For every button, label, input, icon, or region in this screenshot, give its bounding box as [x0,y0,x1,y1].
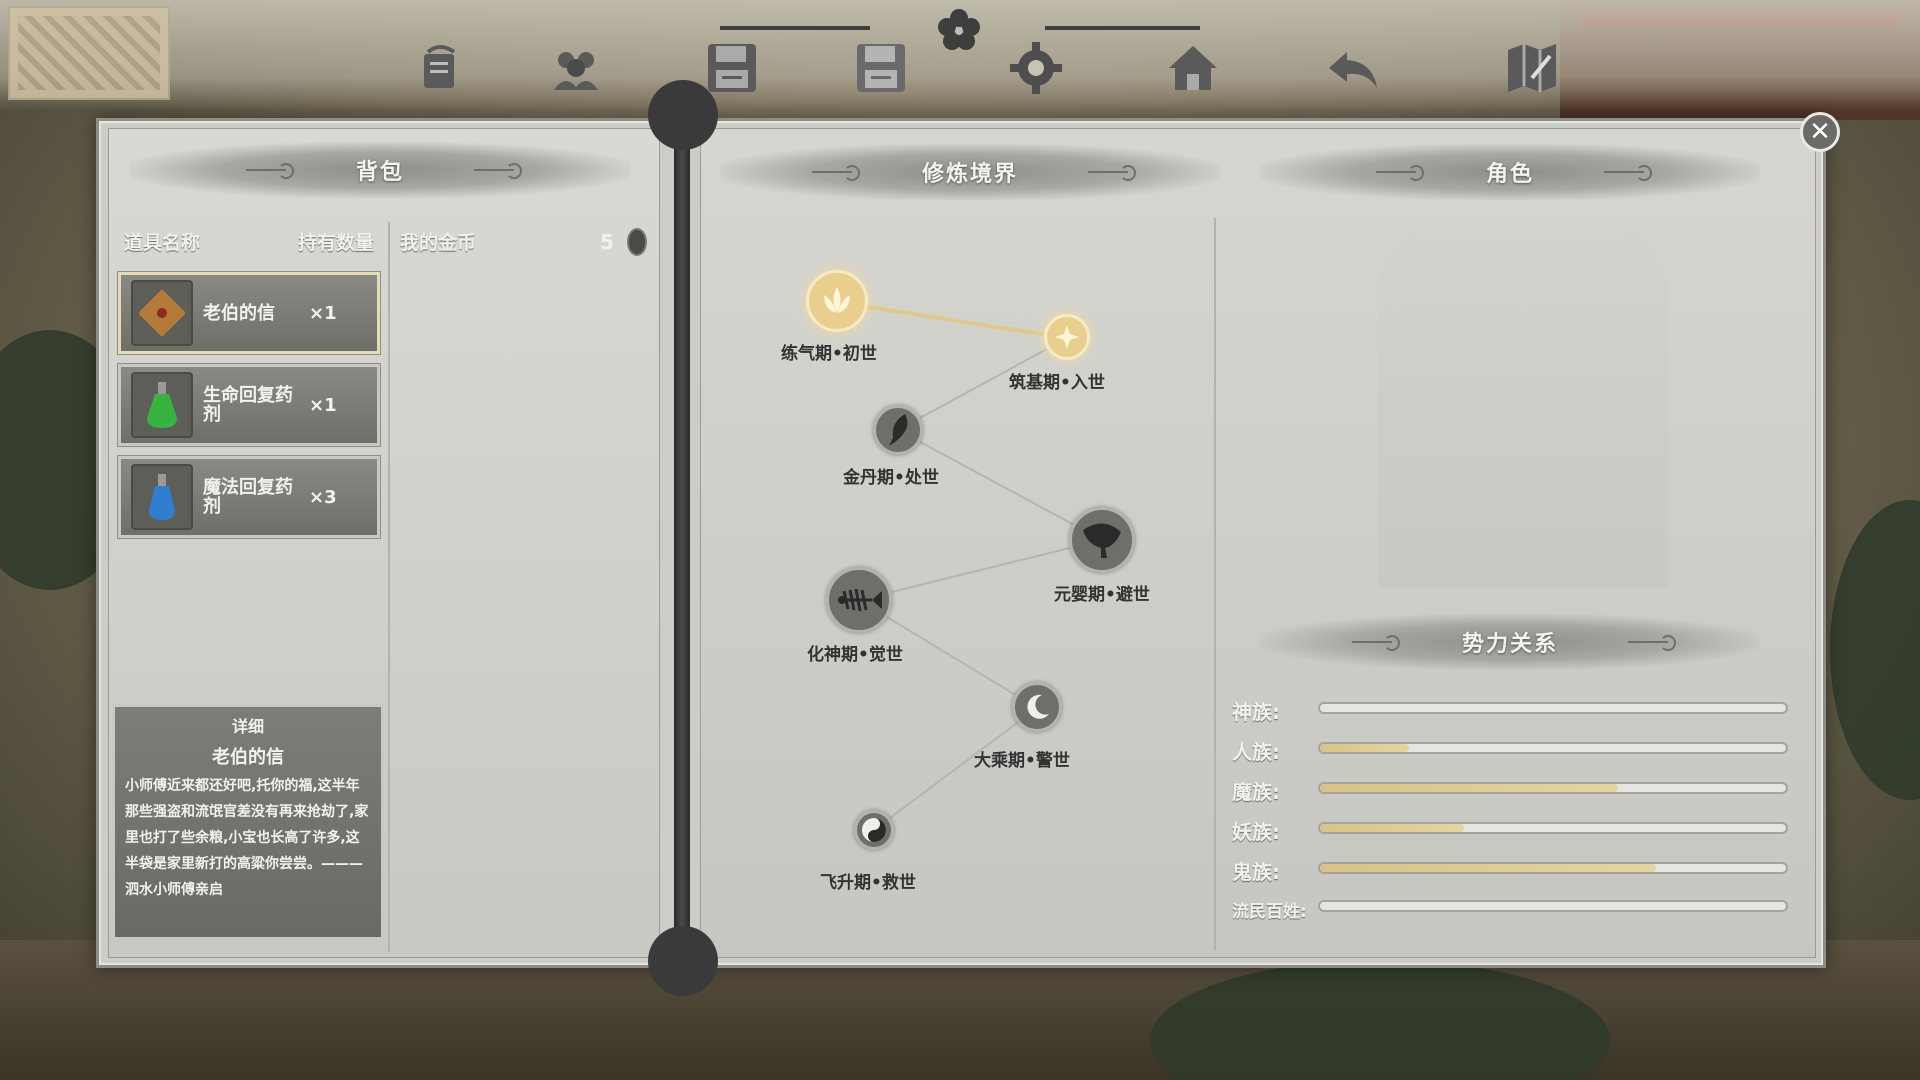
faction-label: 流民百姓: [1232,902,1307,922]
factions-title: 势力关系 [1461,632,1558,657]
character-header: 角色 [1260,144,1760,200]
yin-yang-icon [862,818,886,842]
faction-label: 妖族: [1232,820,1280,844]
character-title: 角色 [1485,162,1534,187]
realm-label: 金丹期•处世 [843,468,939,488]
faction-bar-fill [1320,744,1409,752]
faction-bar-fill [1320,784,1619,792]
crescent-moon-icon [1027,694,1049,719]
faction-bar-fill [1320,824,1465,832]
lotus-icon [824,287,850,313]
realm-node[interactable] [826,567,892,633]
realm-node[interactable] [1012,682,1062,732]
realm-node[interactable] [806,270,868,332]
factions-header: 势力关系 [1260,614,1760,670]
header-ornament [1375,165,1424,181]
realm-label: 化神期•觉世 [807,645,903,665]
realm-label: 大乘期•警世 [974,751,1070,771]
faction-label: 鬼族: [1232,860,1280,884]
realm-node[interactable] [854,810,894,850]
realm-node[interactable] [1044,314,1090,360]
realm-node[interactable] [873,405,923,455]
faction-bar [1318,782,1788,794]
fish-bone-icon [838,588,882,612]
star-icon [1055,325,1079,349]
faction-bar [1318,900,1788,912]
character-portrait [1378,228,1668,588]
faction-bar [1318,702,1788,714]
realm-node[interactable] [1069,507,1135,573]
faction-bar [1318,742,1788,754]
header-ornament [1628,635,1676,651]
realm-label: 筑基期•入世 [1009,373,1105,393]
header-ornament [1604,165,1652,181]
ginkgo-leaf-icon [1083,523,1121,558]
faction-label: 魔族: [1232,780,1280,804]
faction-bar [1318,822,1788,834]
faction-bar-fill [1320,864,1656,872]
realm-label: 元婴期•避世 [1054,585,1150,605]
faction-label: 神族: [1232,700,1280,724]
realm-label: 练气期•初世 [781,344,877,364]
faction-label: 人族: [1232,740,1280,764]
feather-icon [889,414,908,446]
realm-label: 飞升期•救世 [820,873,916,893]
header-ornament [1351,635,1400,651]
faction-bar [1318,862,1788,874]
